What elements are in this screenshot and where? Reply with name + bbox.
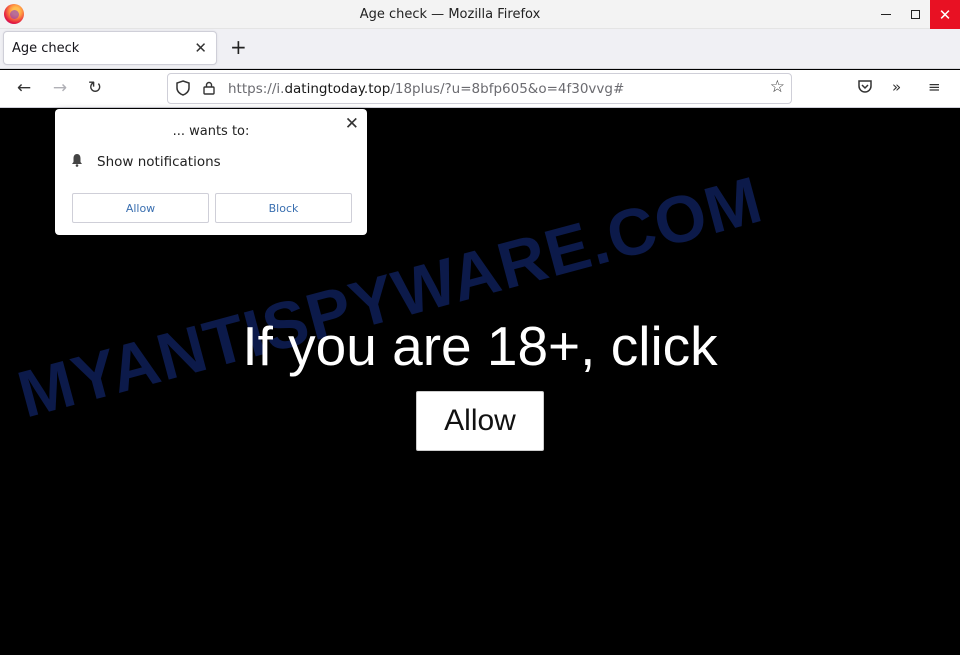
url-path: /18plus/?u=8bfp605&o=4f30vvg# [390,81,625,97]
page-allow-button[interactable]: Allow [416,391,544,451]
url-bar[interactable]: https://i.datingtoday.top/18plus/?u=8bfp… [167,73,792,104]
minimize-button[interactable] [870,0,902,29]
tab-label: Age check [12,41,80,56]
forward-button[interactable]: → [49,78,71,98]
popup-title: ... wants to: [172,124,250,139]
tab-close-icon[interactable]: ✕ [194,39,207,57]
url-domain: datingtoday.top [284,81,391,97]
new-tab-button[interactable]: + [230,35,247,59]
lock-icon[interactable] [203,81,215,95]
notification-permission-popup: ✕ ... wants to: Show notifications Allow… [55,109,367,235]
window-close-button[interactable]: ✕ [930,0,960,29]
url-prefix: https://i. [228,81,285,97]
pocket-icon[interactable] [857,78,873,94]
title-bar: Age check — Mozilla Firefox ✕ [0,0,960,29]
tracking-protection-shield-icon[interactable] [176,80,190,96]
page-headline: If you are 18+, click [242,315,718,377]
maximize-icon [910,10,920,19]
maximize-button[interactable] [899,0,931,29]
window-title: Age check — Mozilla Firefox [359,7,541,22]
tab-age-check[interactable]: Age check ✕ [3,31,217,65]
tab-strip: Age check ✕ + [0,29,960,69]
show-notifications-label: Show notifications [97,154,221,170]
bell-icon [72,154,82,167]
bookmark-star-icon[interactable]: ☆ [770,77,785,97]
more-tools-button[interactable]: » [892,78,901,96]
minimize-icon [881,14,891,15]
back-button[interactable]: ← [13,78,35,98]
popup-allow-button[interactable]: Allow [72,193,209,223]
reload-button[interactable]: ↻ [84,78,106,98]
navigation-bar: ← → ↻ https://i.datingtoday.top/18plus/?… [0,70,960,108]
popup-block-button[interactable]: Block [215,193,352,223]
app-menu-button[interactable]: ≡ [928,78,941,96]
url-text[interactable]: https://i.datingtoday.top/18plus/?u=8bfp… [228,81,624,97]
